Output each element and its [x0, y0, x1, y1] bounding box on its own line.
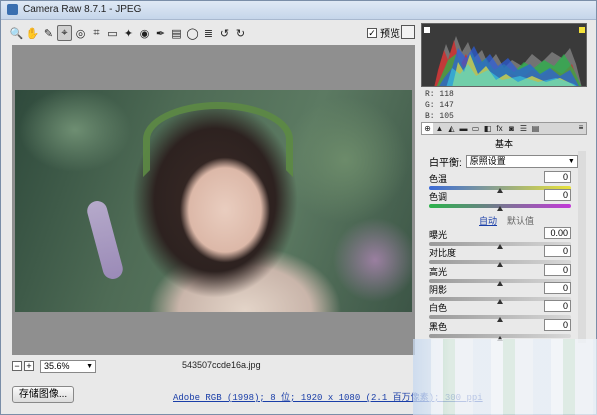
slider-value-field[interactable]: 0 — [544, 245, 571, 257]
panel-menu-icon[interactable]: ≡ — [576, 123, 586, 134]
rgb-readout: R: 118 G: 147 B: 105 — [425, 89, 454, 122]
app-icon — [7, 4, 18, 15]
preferences-icon[interactable]: ≣ — [201, 25, 216, 41]
slider-value-field[interactable]: 0.00 — [544, 227, 571, 239]
zoom-out-button[interactable]: − — [12, 361, 22, 371]
file-name: 543507ccde16a.jpg — [182, 360, 261, 370]
preview-label: 预览 — [380, 29, 400, 40]
window-title: Camera Raw 8.7.1 - JPEG — [23, 4, 142, 15]
slider-value-field[interactable]: 0 — [544, 300, 571, 312]
panel-tab-2[interactable]: ▲ — [434, 123, 445, 134]
panel-tab-10[interactable]: ▤ — [530, 123, 541, 134]
camera-raw-window: Camera Raw 8.7.1 - JPEG 🔍 ✋ ✎ ⌖ ◎ ⌗ ▭ ✦ ◉ ✒ ▤ ◯ ≣ ↺ ↻ … — [0, 0, 597, 415]
spot-removal-tool-icon[interactable]: ✦ — [121, 25, 136, 41]
slider-value-field[interactable]: 0 — [544, 319, 571, 331]
radial-filter-icon[interactable]: ◯ — [185, 25, 200, 41]
panel-tab-4[interactable]: ▬ — [458, 123, 469, 134]
default-link[interactable]: 默认值 — [507, 214, 534, 227]
slider-8: 黑色 0 — [429, 319, 571, 341]
image-canvas[interactable] — [12, 45, 415, 355]
straighten-tool-icon[interactable]: ▭ — [105, 25, 120, 41]
hand-tool-icon[interactable]: ✋ — [25, 25, 40, 41]
auto-link[interactable]: 自动 — [479, 214, 497, 227]
white-balance-select[interactable]: 原照设置 ▼ — [465, 155, 578, 168]
white-balance-tool-icon[interactable]: ✎ — [41, 25, 56, 41]
chevron-down-icon: ▼ — [567, 158, 575, 165]
auto-default-row: 自动 默认值 — [479, 214, 534, 227]
crop-tool-icon[interactable]: ⌗ — [89, 25, 104, 41]
flower-wreath — [143, 102, 293, 177]
panel-tab-5[interactable]: ▭ — [470, 123, 481, 134]
slider-4: 对比度 0 — [429, 245, 571, 267]
highlight-clipping-warning[interactable] — [579, 27, 585, 33]
preview-toggle[interactable]: ✓ 预览 — [367, 25, 400, 40]
slider-7: 白色 0 — [429, 300, 571, 322]
zoom-level-value: 35.6% — [44, 360, 70, 371]
blue-value: B: 105 — [425, 112, 454, 121]
zoom-level-select[interactable]: 35.6% ▼ — [40, 359, 96, 373]
panel-tab-bar: ⊕ ▲ ◭ ▬ ▭ ◧ fx ◙ ☰ ▤ ≡ — [421, 122, 587, 135]
white-balance-value: 原照设置 — [469, 156, 506, 166]
save-image-button[interactable]: 存储图像... — [12, 386, 74, 403]
slider-3: 曝光 0.00 — [429, 227, 571, 249]
graduated-filter-icon[interactable]: ▤ — [169, 25, 184, 41]
white-balance-label: 白平衡: — [429, 158, 462, 169]
preview-checkbox[interactable]: ✓ — [367, 27, 377, 38]
panel-tab-6[interactable]: ◧ — [482, 123, 493, 134]
panel-tab-9[interactable]: ☰ — [518, 123, 529, 134]
slider-2: 色调 0 — [429, 189, 571, 211]
rotate-left-icon[interactable]: ↺ — [217, 25, 232, 41]
shadow-clipping-warning[interactable] — [424, 27, 430, 33]
green-value: G: 147 — [425, 101, 454, 110]
rotate-right-icon[interactable]: ↻ — [233, 25, 248, 41]
panel-title: 基本 — [494, 139, 513, 149]
zoom-in-button[interactable]: + — [24, 361, 34, 371]
panel-tab-7[interactable]: fx — [494, 123, 505, 134]
white-balance-row: 白平衡: 原照设置 ▼ — [429, 154, 578, 169]
lavender-flower — [84, 198, 126, 282]
adjustment-brush-icon[interactable]: ✒ — [153, 25, 168, 41]
targeted-adjustment-tool-icon[interactable]: ◎ — [73, 25, 88, 41]
slider-value-field[interactable]: 0 — [544, 189, 571, 201]
slider-6: 阴影 0 — [429, 282, 571, 304]
slider-1: 色温 0 — [429, 171, 571, 193]
canvas-status-bar: − + 35.6% ▼ 543507ccde16a.jpg — [12, 358, 415, 374]
color-sampler-tool-icon[interactable]: ⌖ — [57, 25, 72, 41]
mosaic-watermark — [413, 339, 597, 415]
zoom-tool-icon[interactable]: 🔍 — [9, 25, 24, 41]
panel-tab-1[interactable]: ⊕ — [422, 123, 433, 134]
histogram — [421, 23, 587, 87]
red-value: R: 118 — [425, 90, 454, 99]
preview-image — [15, 90, 412, 312]
slider-5: 高光 0 — [429, 264, 571, 286]
panel-scrollbar[interactable] — [578, 151, 586, 343]
slider-value-field[interactable]: 0 — [544, 264, 571, 276]
histogram-graph — [424, 27, 585, 86]
panel-tab-8[interactable]: ◙ — [506, 123, 517, 134]
fullscreen-button[interactable] — [401, 25, 415, 39]
chevron-down-icon: ▼ — [86, 362, 93, 370]
slider-value-field[interactable]: 0 — [544, 171, 571, 183]
title-bar: Camera Raw 8.7.1 - JPEG — [1, 1, 596, 20]
slider-thumb[interactable] — [497, 206, 503, 211]
panel-tab-3[interactable]: ◭ — [446, 123, 457, 134]
toolbar: 🔍 ✋ ✎ ⌖ ◎ ⌗ ▭ ✦ ◉ ✒ ▤ ◯ ≣ ↺ ↻ — [9, 23, 415, 43]
red-eye-tool-icon[interactable]: ◉ — [137, 25, 152, 41]
slider-value-field[interactable]: 0 — [544, 282, 571, 294]
